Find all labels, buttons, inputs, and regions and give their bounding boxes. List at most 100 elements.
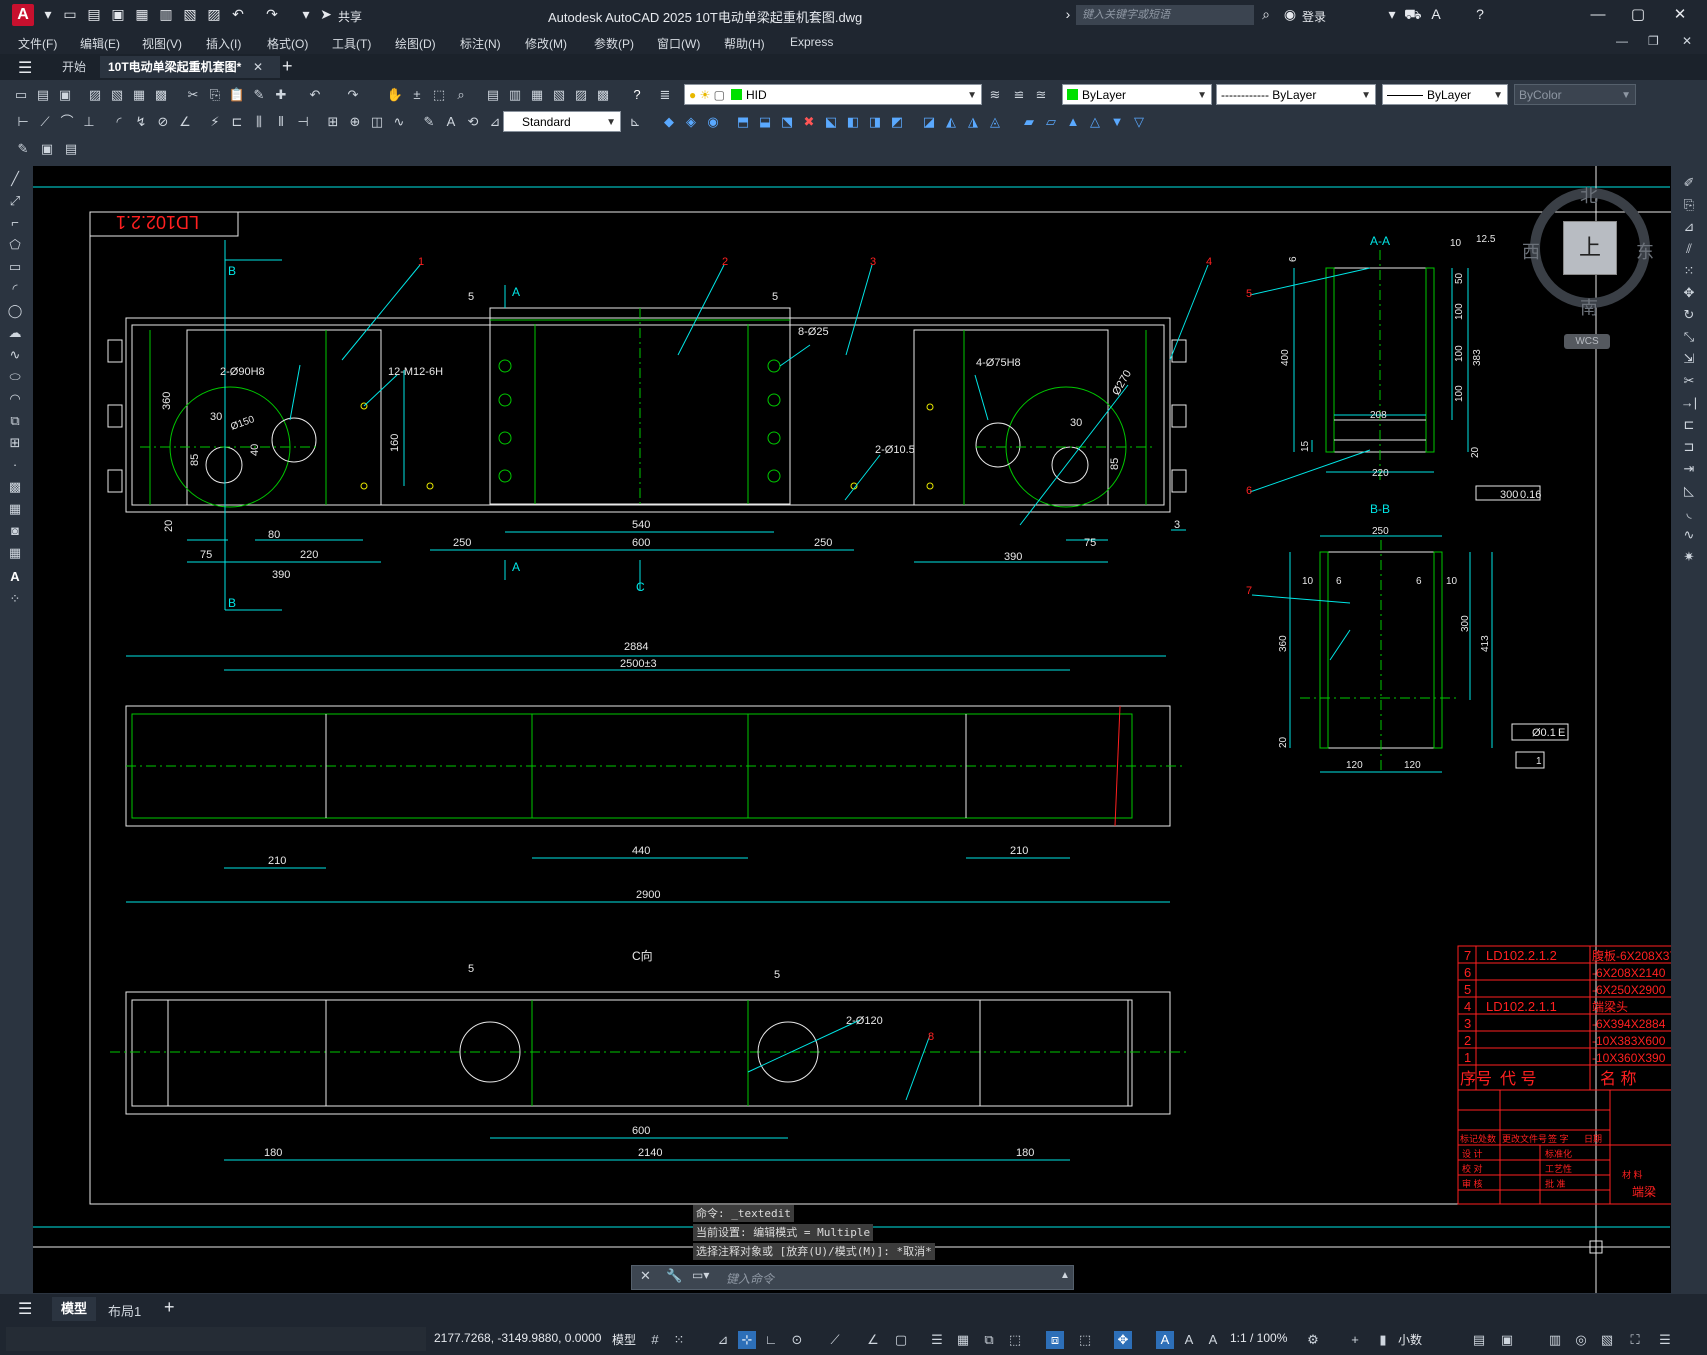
quick-dim-icon[interactable]: ⚡ (206, 113, 224, 131)
undo-icon[interactable]: ↶ (230, 6, 246, 22)
object-snap-tracking-icon[interactable]: ∠ (864, 1331, 882, 1349)
3d-mirror-icon[interactable]: ◬ (986, 113, 1004, 131)
infer-constraints-icon[interactable]: ⊿ (714, 1331, 732, 1349)
markup-icon[interactable]: ▨ (572, 86, 590, 104)
menu-parametric[interactable]: 参数(P) (594, 35, 634, 52)
search-icon[interactable]: ⌕ (1258, 6, 1274, 22)
dim-space-icon[interactable]: ⫴ (272, 113, 290, 131)
help-search-input[interactable]: 键入关键字或短语 (1076, 5, 1254, 25)
stretch-icon[interactable]: ⇲ (1680, 350, 1698, 368)
menu-view[interactable]: 视图(V) (142, 35, 182, 52)
continue-dim-icon[interactable]: ⫼ (250, 113, 268, 131)
lineweight-dropdown[interactable]: ByLayer ▼ (1382, 84, 1508, 105)
save-toolbar-icon[interactable]: ▣ (56, 86, 74, 104)
move-icon[interactable]: ✥ (1680, 284, 1698, 302)
doc-restore-button[interactable]: ❐ (1648, 34, 1659, 48)
plotstyle-dropdown[interactable]: ByColor ▼ (1514, 84, 1636, 105)
clean-screen-icon[interactable]: ⛶ (1626, 1331, 1644, 1349)
save-web-icon[interactable]: ▧ (182, 6, 198, 22)
jogged-linear-icon[interactable]: ∿ (390, 113, 408, 131)
circle-tool-icon[interactable]: ◯ (6, 302, 24, 320)
dimstyle-dropdown[interactable]: Standard ▼ (503, 111, 621, 132)
dim-break-icon[interactable]: ⊣ (294, 113, 312, 131)
viewcube-west[interactable]: 西 (1522, 238, 1540, 264)
arc-length-icon[interactable]: ⌒ (58, 113, 76, 131)
share-icon[interactable]: ➤ (318, 6, 334, 22)
rectangle-tool-icon[interactable]: ▭ (6, 258, 24, 276)
annotation-visibility-icon[interactable]: A (1156, 1331, 1174, 1349)
layer-properties-icon[interactable]: ≣ (656, 86, 674, 104)
tolerance-icon[interactable]: ⊞ (324, 113, 342, 131)
help-toolbar-icon[interactable]: ? (628, 86, 646, 104)
angular-dim-icon[interactable]: ∠ (176, 113, 194, 131)
zoom-previous-icon[interactable]: ⌕ (452, 86, 470, 104)
radius-dim-icon[interactable]: ◜ (110, 113, 128, 131)
redo-toolbar-icon[interactable]: ↷ (344, 86, 362, 104)
menu-format[interactable]: 格式(O) (267, 35, 308, 52)
selection-filter-icon[interactable]: ⬚ (1076, 1331, 1094, 1349)
layer-previous-icon[interactable]: ≌ (1010, 86, 1028, 104)
tool-palettes-icon[interactable]: ▦ (528, 86, 546, 104)
offset-icon[interactable]: ⫽ (1680, 240, 1698, 258)
menu-dimension[interactable]: 标注(N) (460, 35, 501, 52)
layer-dropdown[interactable]: ● ☀ ▢ HID ▼ (684, 84, 982, 105)
slice-icon[interactable]: ◩ (888, 113, 906, 131)
presspull-icon[interactable]: ⬓ (756, 113, 774, 131)
color-dropdown[interactable]: ByLayer ▼ (1062, 84, 1212, 105)
blend-curves-icon[interactable]: ∿ (1680, 526, 1698, 544)
chamfer-icon[interactable]: ◺ (1680, 482, 1698, 500)
plot-icon[interactable]: ▨ (206, 6, 222, 22)
copy-icon[interactable]: ⎘ (206, 86, 224, 104)
user-icon[interactable]: ◉ (1282, 6, 1298, 22)
app-menu-chevron-icon[interactable]: ▾ (40, 6, 56, 22)
ordinate-dim-icon[interactable]: ⊥ (80, 113, 98, 131)
region-tool-icon[interactable]: ◙ (6, 522, 24, 540)
break-icon[interactable]: ⊐ (1680, 438, 1698, 456)
polar-tracking-icon[interactable]: ⊙ (788, 1331, 806, 1349)
menu-express[interactable]: Express (790, 35, 833, 49)
menu-edit[interactable]: 编辑(E) (80, 35, 120, 52)
qnew-icon[interactable]: ▭ (12, 86, 30, 104)
model-space-toggle[interactable]: 模型 (612, 1331, 636, 1348)
ellipse-arc-icon[interactable]: ◠ (6, 390, 24, 408)
redo-icon[interactable]: ↷ (264, 6, 280, 22)
application-menu-button[interactable]: A (12, 4, 34, 26)
command-input[interactable]: 键入命令 (726, 1270, 774, 1287)
publish-icon[interactable]: ▦ (130, 86, 148, 104)
gizmo-icon[interactable]: ✥ (1114, 1331, 1132, 1349)
viewcube-north[interactable]: 北 (1580, 182, 1598, 208)
coordinates-readout[interactable]: 2177.7268, -3149.9880, 0.0000 (434, 1331, 601, 1345)
viewcube-south[interactable]: 南 (1580, 294, 1598, 320)
hamburger-menu-icon[interactable]: ☰ (18, 58, 32, 78)
lineweight-display-icon[interactable]: ☰ (928, 1331, 946, 1349)
dynamic-input-icon[interactable]: ⊹ (738, 1331, 756, 1349)
array-icon[interactable]: ⁙ (1680, 262, 1698, 280)
render-icon[interactable]: ▱ (1042, 113, 1060, 131)
inspection-icon[interactable]: ◫ (368, 113, 386, 131)
annotation-scale-value[interactable]: 1:1 / 100% (1230, 1331, 1287, 1345)
close-button[interactable]: ✕ (1660, 4, 1700, 26)
block-editor-icon[interactable]: ✚ (272, 86, 290, 104)
login-link[interactable]: 登录 (1302, 8, 1326, 25)
annotation-monitor-icon[interactable]: + (1346, 1331, 1364, 1349)
add-selected-icon[interactable]: ⁘ (6, 590, 24, 608)
tab-model[interactable]: 模型 (52, 1297, 96, 1321)
menu-modify[interactable]: 修改(M) (525, 35, 567, 52)
erase-icon[interactable]: ✐ (1680, 174, 1698, 192)
line-tool-icon[interactable]: ╱ (6, 170, 24, 188)
doc-close-button[interactable]: ✕ (1682, 34, 1692, 48)
visual-style-icon[interactable]: ▰ (1020, 113, 1038, 131)
hatch-tool-icon[interactable]: ▩ (6, 478, 24, 496)
maximize-button[interactable]: ▢ (1618, 4, 1658, 26)
undo-toolbar-icon[interactable]: ↶ (306, 86, 324, 104)
sync-attribute-icon[interactable]: ▤ (62, 140, 80, 158)
wcs-menu-button[interactable]: WCS (1564, 334, 1610, 349)
solid-wedge-icon[interactable]: ◈ (682, 113, 700, 131)
make-current-layer-icon[interactable]: ≋ (986, 86, 1004, 104)
copy-object-icon[interactable]: ⎘ (1680, 196, 1698, 214)
units-dropdown[interactable]: 小数 (1398, 1331, 1422, 1348)
annotation-scale-icon[interactable]: A (1204, 1331, 1222, 1349)
cut-icon[interactable]: ✂ (184, 86, 202, 104)
tab-close-icon[interactable]: ✕ (253, 60, 263, 74)
3d-osnap-icon[interactable]: ⬚ (1006, 1331, 1024, 1349)
